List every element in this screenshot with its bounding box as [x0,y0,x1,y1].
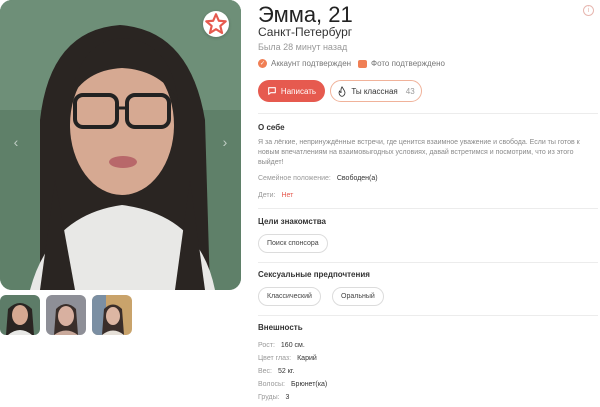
write-message-button[interactable]: Написать [258,80,325,102]
children-value: Нет [281,192,294,199]
height-value: 160 см. [280,342,305,349]
star-icon [205,13,227,35]
preferences-title: Сексуальные предпочтения [258,270,370,279]
thumbnail-3[interactable] [92,295,132,335]
thumbnail-image [0,295,40,335]
photo-verified-label: Фото подтверждено [371,59,445,68]
marital-status-value: Свободен(а) [336,175,378,182]
compliment-count: 43 [405,86,415,96]
breast-label: Груды: [258,394,280,401]
info-icon[interactable]: i [583,5,594,16]
about-text: Я за лёгкие, непринуждённые встречи, где… [258,139,580,166]
profile-city: Санкт-Петербург [258,25,353,39]
photo-thumbnails [0,295,132,335]
appearance-weight: Вес: 52 кг. [258,368,294,375]
divider [258,208,598,209]
thumbnail-2[interactable] [46,295,86,335]
weight-label: Вес: [258,368,273,375]
preference-tag: Оральный [332,287,384,306]
account-verified-label: Аккаунт подтвержден [271,59,352,68]
appearance-eyes: Цвет глаз: Карий [258,355,317,362]
marital-status: Семейное положение: Свободен(а) [258,175,378,182]
prev-photo-arrow-icon[interactable]: ‹ [6,132,26,152]
divider [258,262,598,263]
hair-value: Брюнет(ка) [290,381,328,388]
weight-value: 52 кг. [278,368,295,375]
thumbnail-image [92,295,132,335]
children-status: Дети: Нет [258,192,293,199]
favorite-button[interactable] [203,11,229,37]
divider [258,113,598,114]
appearance-height: Рост: 160 см. [258,342,305,349]
check-circle-icon: ✓ [258,59,267,68]
photo-verified-badge: Фото подтверждено [358,59,445,68]
breast-value: 3 [285,394,290,401]
children-label: Дети: [258,192,276,199]
appearance-breast: Груды: 3 [258,394,289,401]
hair-label: Волосы: [258,381,285,388]
divider [258,315,598,316]
flame-icon [338,85,346,97]
eye-color-label: Цвет глаз: [258,355,292,362]
goal-tag: Поиск спонсора [258,234,328,253]
appearance-title: Внешность [258,323,303,332]
preference-tag: Классический [258,287,321,306]
thumbnail-image [46,295,86,335]
about-title: О себе [258,123,285,132]
write-button-label: Написать [280,86,317,96]
camera-icon [358,59,367,68]
main-photo[interactable]: ‹ › [0,0,241,290]
eye-color-value: Карий [297,355,317,362]
last-seen: Была 28 минут назад [258,42,348,52]
compliment-button-label: Ты классная [351,86,398,96]
profile-photo-image [0,0,241,290]
next-photo-arrow-icon[interactable]: › [215,132,235,152]
chat-bubble-icon [268,87,276,95]
appearance-hair: Волосы: Брюнет(ка) [258,381,327,388]
marital-status-label: Семейное положение: [258,175,331,182]
height-label: Рост: [258,342,275,349]
account-verified-badge: ✓ Аккаунт подтвержден [258,59,351,68]
thumbnail-1[interactable] [0,295,40,335]
compliment-button[interactable]: Ты классная 43 [330,80,422,102]
goals-title: Цели знакомства [258,217,326,226]
